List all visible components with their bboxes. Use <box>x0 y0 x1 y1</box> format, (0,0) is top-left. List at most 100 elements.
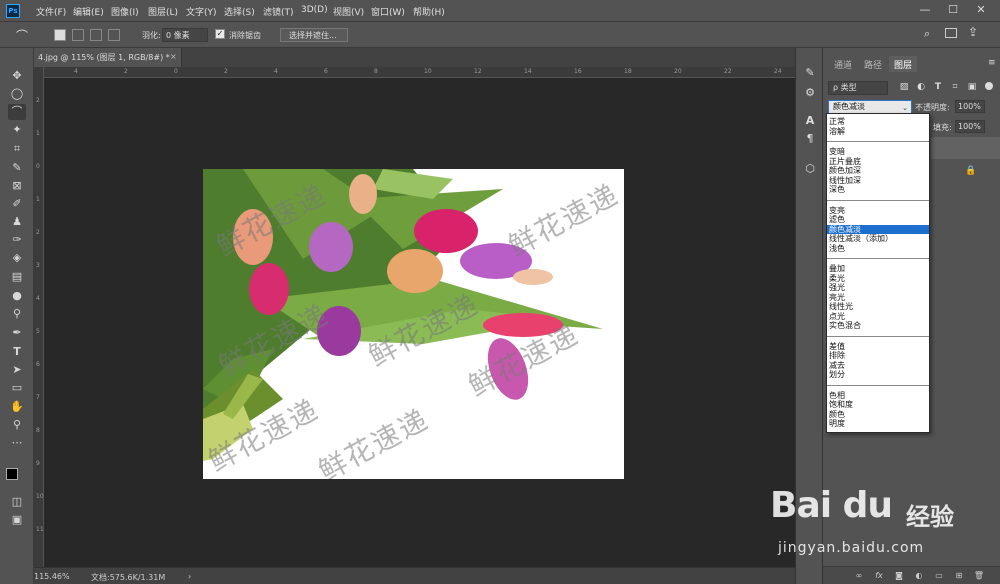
blend-mode-option[interactable]: 强光 <box>827 283 929 293</box>
menu-window[interactable]: 窗口(W) <box>371 5 405 18</box>
stamp-icon[interactable]: ♟ <box>8 214 26 230</box>
type-filter-icon[interactable]: T <box>932 81 944 93</box>
crop-icon[interactable]: ⌗ <box>8 141 26 157</box>
blend-mode-option[interactable]: 差值 <box>827 342 929 352</box>
feather-input[interactable]: 0 像素 <box>162 28 208 42</box>
opacity-input[interactable]: 100% <box>955 100 985 113</box>
blend-mode-option[interactable]: 变亮 <box>827 206 929 216</box>
blend-mode-option[interactable]: 线性光 <box>827 302 929 312</box>
pen-icon[interactable]: ✒ <box>8 325 26 341</box>
antialias-checkbox[interactable]: ✓ <box>215 29 225 39</box>
blend-mode-option[interactable]: 柔光 <box>827 274 929 284</box>
blend-mode-option[interactable]: 浅色 <box>827 244 929 254</box>
blend-mode-option[interactable]: 滤色 <box>827 215 929 225</box>
menu-layer[interactable]: 图层(L) <box>148 5 178 18</box>
blend-mode-option[interactable]: 线性减淡（添加） <box>827 234 929 244</box>
frame-icon[interactable]: ⊠ <box>8 178 26 194</box>
brush-icon[interactable]: ✐ <box>8 196 26 212</box>
zoom-level[interactable]: 115.46% <box>34 572 70 581</box>
adjustments-icon[interactable]: ⚙ <box>803 86 817 100</box>
blend-mode-option[interactable]: 叠加 <box>827 264 929 274</box>
hand-icon[interactable]: ✋ <box>8 399 26 415</box>
maximize-button[interactable]: ☐ <box>940 2 966 18</box>
menu-image[interactable]: 图像(I) <box>111 5 139 18</box>
workspace-icon[interactable] <box>945 28 957 38</box>
menu-filter[interactable]: 滤镜(T) <box>263 5 294 18</box>
blend-mode-option[interactable]: 深色 <box>827 185 929 195</box>
polygon-lasso-icon[interactable]: ⌒ <box>8 104 26 120</box>
close-tab-icon[interactable]: × <box>170 52 177 61</box>
add-selection-icon[interactable] <box>72 29 84 41</box>
brush-settings-icon[interactable]: ✎ <box>803 66 817 80</box>
blend-mode-option[interactable]: 正常 <box>827 117 929 127</box>
blend-mode-option[interactable]: 变暗 <box>827 147 929 157</box>
menu-file[interactable]: 文件(F) <box>36 5 66 18</box>
blend-mode-option[interactable]: 色相 <box>827 391 929 401</box>
fill-input[interactable]: 100% <box>955 120 985 133</box>
panel-menu-icon[interactable]: ≡ <box>988 58 996 68</box>
document-tab[interactable]: 4.jpg @ 115% (图层 1, RGB/8#) * <box>34 48 182 67</box>
blend-mode-option[interactable]: 正片叠底 <box>827 157 929 167</box>
history-brush-icon[interactable]: ✑ <box>8 232 26 248</box>
zoom-icon[interactable]: ⚲ <box>8 417 26 433</box>
magic-wand-icon[interactable]: ✦ <box>8 122 26 138</box>
paragraph-icon[interactable]: ¶ <box>803 132 817 146</box>
blend-mode-option[interactable]: 颜色 <box>827 410 929 420</box>
blur-icon[interactable]: ● <box>8 288 26 304</box>
intersect-selection-icon[interactable] <box>108 29 120 41</box>
menu-view[interactable]: 视图(V) <box>333 5 364 18</box>
menu-edit[interactable]: 编辑(E) <box>73 5 104 18</box>
adjust-filter-icon[interactable]: ◐ <box>915 81 927 93</box>
gradient-icon[interactable]: ▤ <box>8 269 26 285</box>
filter-toggle-icon[interactable] <box>985 82 993 90</box>
status-menu-arrow[interactable]: › <box>188 572 191 581</box>
minimize-button[interactable]: — <box>912 2 938 18</box>
select-mask-button[interactable]: 选择并遮住... <box>280 28 348 42</box>
quick-mask-icon[interactable]: ◫ <box>8 494 26 510</box>
blend-mode-option[interactable]: 减去 <box>827 361 929 371</box>
blend-mode-option[interactable]: 饱和度 <box>827 400 929 410</box>
tab-paths[interactable]: 路径 <box>859 56 887 72</box>
more-icon[interactable]: ⋯ <box>8 435 26 451</box>
new-selection-icon[interactable] <box>54 29 66 41</box>
blend-mode-option[interactable]: 颜色加深 <box>827 166 929 176</box>
dodge-icon[interactable]: ⚲ <box>8 306 26 322</box>
menu-help[interactable]: 帮助(H) <box>413 5 445 18</box>
layer-row[interactable] <box>931 137 1000 159</box>
menu-3d[interactable]: 3D(D) <box>301 5 328 15</box>
tab-layers[interactable]: 图层 <box>889 56 918 72</box>
blend-mode-option[interactable]: 实色混合 <box>827 321 929 331</box>
close-window-button[interactable]: ✕ <box>968 2 994 18</box>
marquee-icon[interactable]: ◯ <box>8 86 26 102</box>
menu-select[interactable]: 选择(S) <box>224 5 255 18</box>
layer-filter-select[interactable]: ρ 类型 <box>828 81 888 95</box>
shape-filter-icon[interactable]: ⌗ <box>949 81 961 93</box>
menu-type[interactable]: 文字(Y) <box>186 5 217 18</box>
blend-mode-option[interactable]: 线性加深 <box>827 176 929 186</box>
path-select-icon[interactable]: ➤ <box>8 362 26 378</box>
search-icon[interactable]: ⌕ <box>924 27 930 41</box>
type-icon[interactable]: T <box>8 344 26 360</box>
blend-mode-option[interactable]: 排除 <box>827 351 929 361</box>
character-icon[interactable]: A <box>803 114 817 128</box>
3d-icon[interactable]: ⬡ <box>803 162 817 176</box>
blend-mode-option[interactable]: 明度 <box>827 419 929 429</box>
blend-mode-option[interactable]: 亮光 <box>827 293 929 303</box>
blend-mode-select[interactable]: 颜色减淡 ⌄ <box>828 100 912 114</box>
smart-filter-icon[interactable]: ▣ <box>966 81 978 93</box>
tool-preset-icon[interactable]: ⌒ <box>16 27 28 44</box>
blend-mode-option[interactable]: 点光 <box>827 312 929 322</box>
eraser-icon[interactable]: ◈ <box>8 250 26 266</box>
rectangle-icon[interactable]: ▭ <box>8 380 26 396</box>
pixel-filter-icon[interactable]: ▨ <box>898 81 910 93</box>
blend-mode-option[interactable]: 颜色减淡 <box>827 224 929 234</box>
eyedropper-icon[interactable]: ✎ <box>8 160 26 176</box>
share-icon[interactable]: ⇪ <box>968 25 978 39</box>
screen-mode-icon[interactable]: ▣ <box>8 512 26 528</box>
subtract-selection-icon[interactable] <box>90 29 102 41</box>
tab-channels[interactable]: 通道 <box>829 56 857 72</box>
foreground-color[interactable] <box>6 468 18 480</box>
move-icon[interactable]: ✥ <box>8 68 26 84</box>
canvas-image[interactable]: 鲜花速递 鲜花速递 鲜花速递 鲜花速递 鲜花速递 鲜花速递 鲜花速递 <box>203 169 624 479</box>
blend-mode-option[interactable]: 溶解 <box>827 127 929 137</box>
